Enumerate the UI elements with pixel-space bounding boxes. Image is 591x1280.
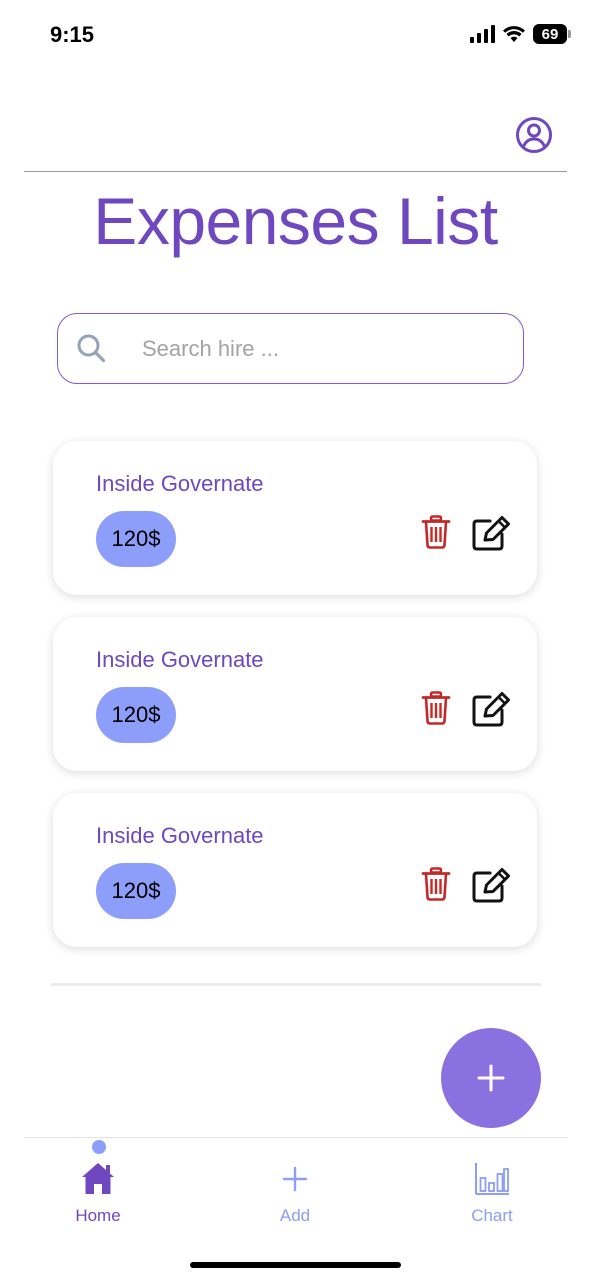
nav-item-home[interactable]: Home xyxy=(38,1160,158,1226)
expense-card[interactable]: Inside Governate 120$ xyxy=(53,441,537,595)
battery-level: 69 xyxy=(541,25,559,43)
trash-icon[interactable] xyxy=(421,867,451,901)
plus-icon xyxy=(477,1064,505,1092)
add-expense-fab[interactable] xyxy=(441,1028,541,1128)
nav-item-add[interactable]: Add xyxy=(235,1160,355,1226)
nav-label-add: Add xyxy=(279,1206,311,1225)
home-icon xyxy=(82,1163,114,1194)
expense-card[interactable]: Inside Governate 120$ xyxy=(53,793,537,947)
expense-title: Inside Governate xyxy=(96,823,264,848)
bottom-nav-divider xyxy=(24,1137,567,1138)
active-tab-indicator xyxy=(92,1140,106,1154)
trash-icon[interactable] xyxy=(421,691,451,725)
edit-icon[interactable] xyxy=(471,515,513,551)
search-icon xyxy=(77,334,106,363)
expense-title: Inside Governate xyxy=(96,471,264,496)
edit-icon[interactable] xyxy=(471,691,513,727)
cellular-signal-icon xyxy=(470,25,495,43)
expense-card[interactable]: Inside Governate 120$ xyxy=(53,617,537,771)
expense-amount-badge: 120$ xyxy=(96,863,176,919)
home-indicator[interactable] xyxy=(190,1262,401,1268)
search-input[interactable] xyxy=(142,332,502,366)
app-screen: 9:15 69 Expenses List Inside Governate 1… xyxy=(0,0,591,1280)
nav-item-chart[interactable]: Chart xyxy=(432,1160,552,1226)
list-divider xyxy=(51,983,541,986)
expense-title: Inside Governate xyxy=(96,647,264,672)
expense-amount-badge: 120$ xyxy=(96,687,176,743)
search-bar[interactable] xyxy=(57,313,524,384)
status-time: 9:15 xyxy=(50,22,95,47)
edit-icon[interactable] xyxy=(471,867,513,903)
page-title: Expenses List xyxy=(93,184,498,258)
trash-icon[interactable] xyxy=(421,515,451,549)
wifi-icon xyxy=(503,26,525,42)
nav-label-home: Home xyxy=(75,1206,121,1225)
account-circle-icon[interactable] xyxy=(515,116,553,154)
header-divider xyxy=(24,171,567,172)
bar-chart-icon xyxy=(475,1163,509,1195)
battery-icon: 69 xyxy=(533,24,571,44)
expense-amount-badge: 120$ xyxy=(96,511,176,567)
plus-icon xyxy=(282,1166,308,1192)
nav-label-chart: Chart xyxy=(471,1206,513,1225)
status-indicators: 69 xyxy=(470,24,571,44)
